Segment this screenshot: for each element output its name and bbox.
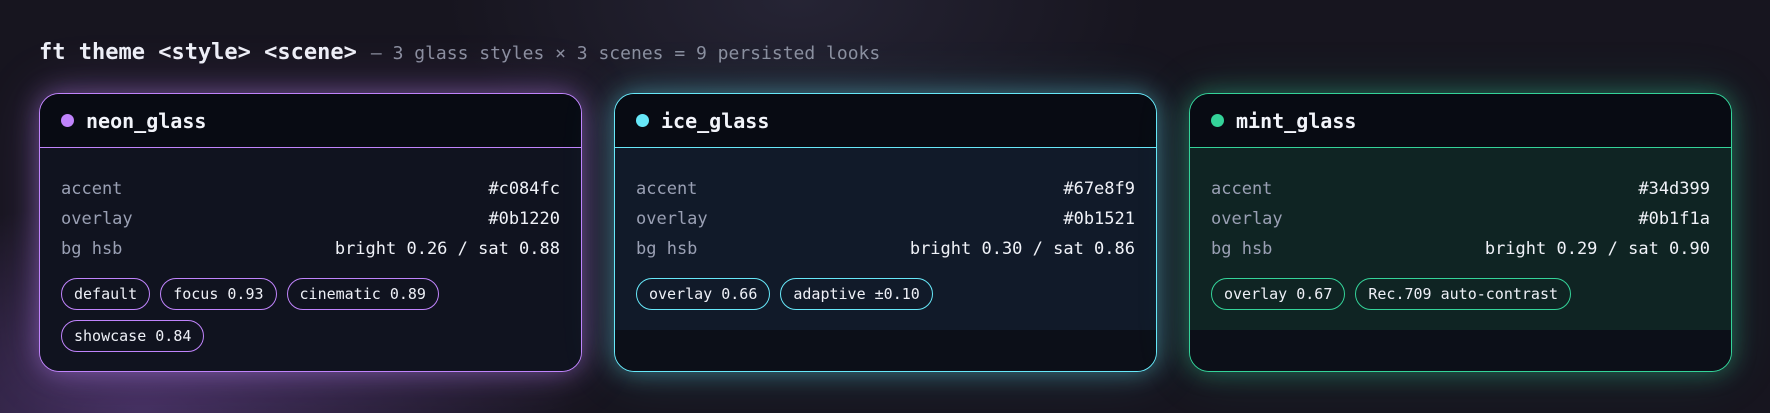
theme-cards: neon_glass accent #c084fc overlay #0b122…	[39, 93, 1732, 372]
property-value: bright 0.26 / sat 0.88	[334, 239, 560, 259]
chip-showcase[interactable]: showcase 0.84	[61, 320, 205, 352]
card-header: neon_glass	[40, 94, 581, 148]
card-footer	[1190, 330, 1731, 371]
card-title: mint_glass	[1236, 108, 1357, 133]
theme-card-mint-glass[interactable]: mint_glass accent #34d399 overlay #0b1f1…	[1189, 93, 1732, 372]
property-key: overlay	[61, 209, 133, 229]
property-row-accent: accent #67e8f9	[636, 174, 1135, 204]
property-row-overlay: overlay #0b1220	[61, 204, 560, 234]
property-value: #0b1521	[1063, 209, 1135, 229]
card-body: accent #34d399 overlay #0b1f1a bg hsb br…	[1190, 148, 1731, 330]
chip-focus[interactable]: focus 0.93	[160, 278, 277, 310]
property-key: accent	[636, 179, 698, 199]
chip-cinematic[interactable]: cinematic 0.89	[286, 278, 439, 310]
property-key: overlay	[1211, 209, 1283, 229]
scene-chips: overlay 0.67 Rec.709 auto-contrast	[1211, 278, 1711, 310]
property-key: accent	[1211, 179, 1273, 199]
chip-overlay[interactable]: overlay 0.67	[1211, 278, 1346, 310]
color-dot-icon	[61, 114, 74, 127]
chip-overlay[interactable]: overlay 0.66	[636, 278, 771, 310]
property-value: #0b1220	[488, 209, 560, 229]
property-key: overlay	[636, 209, 708, 229]
property-row-bg-hsb: bg hsb bright 0.30 / sat 0.86	[636, 234, 1135, 264]
scene-chips: default focus 0.93 cinematic 0.89 showca…	[61, 278, 461, 352]
property-key: bg hsb	[61, 239, 123, 259]
property-row-overlay: overlay #0b1521	[636, 204, 1135, 234]
property-row-bg-hsb: bg hsb bright 0.26 / sat 0.88	[61, 234, 560, 264]
card-title: neon_glass	[86, 108, 207, 133]
command-title: ft theme <style> <scene>	[39, 40, 357, 65]
property-key: bg hsb	[1211, 239, 1273, 259]
command-subtitle: — 3 glass styles × 3 scenes = 9 persiste…	[370, 43, 881, 64]
property-key: bg hsb	[636, 239, 698, 259]
property-row-accent: accent #34d399	[1211, 174, 1710, 204]
card-header: ice_glass	[615, 94, 1156, 148]
chip-default[interactable]: default	[61, 278, 151, 310]
card-title: ice_glass	[661, 108, 770, 133]
property-key: accent	[61, 179, 123, 199]
card-body: accent #67e8f9 overlay #0b1521 bg hsb br…	[615, 148, 1156, 330]
property-value: #34d399	[1638, 179, 1710, 199]
property-value: bright 0.30 / sat 0.86	[909, 239, 1135, 259]
card-body: accent #c084fc overlay #0b1220 bg hsb br…	[40, 148, 581, 371]
property-row-accent: accent #c084fc	[61, 174, 560, 204]
chip-adaptive[interactable]: adaptive ±0.10	[780, 278, 933, 310]
color-dot-icon	[1211, 114, 1224, 127]
property-value: bright 0.29 / sat 0.90	[1484, 239, 1710, 259]
scene-chips: overlay 0.66 adaptive ±0.10	[636, 278, 1136, 310]
card-header: mint_glass	[1190, 94, 1731, 148]
property-value: #0b1f1a	[1638, 209, 1710, 229]
color-dot-icon	[636, 114, 649, 127]
card-footer	[615, 330, 1156, 371]
page-header: ft theme <style> <scene> — 3 glass style…	[39, 40, 880, 65]
theme-card-ice-glass[interactable]: ice_glass accent #67e8f9 overlay #0b1521…	[614, 93, 1157, 372]
chip-auto-contrast[interactable]: Rec.709 auto-contrast	[1355, 278, 1572, 310]
theme-card-neon-glass[interactable]: neon_glass accent #c084fc overlay #0b122…	[39, 93, 582, 372]
property-value: #c084fc	[488, 179, 560, 199]
property-row-overlay: overlay #0b1f1a	[1211, 204, 1710, 234]
property-row-bg-hsb: bg hsb bright 0.29 / sat 0.90	[1211, 234, 1710, 264]
property-value: #67e8f9	[1063, 179, 1135, 199]
